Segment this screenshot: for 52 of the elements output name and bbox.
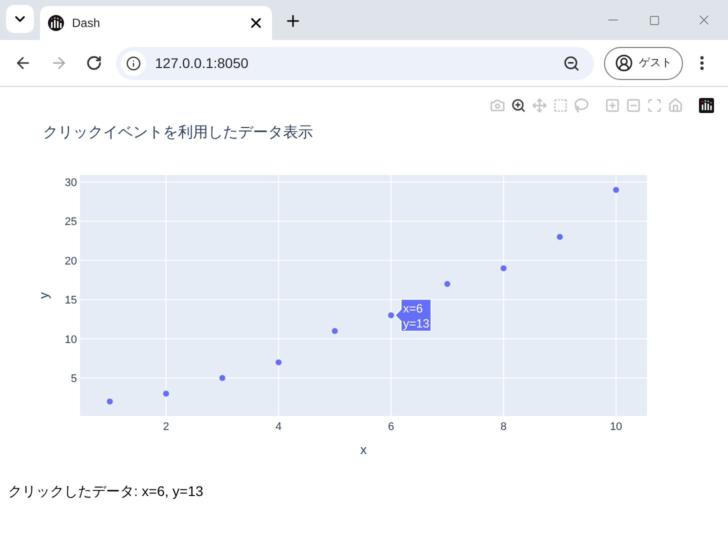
data-point[interactable] bbox=[500, 265, 507, 272]
close-icon[interactable] bbox=[248, 15, 264, 31]
data-point[interactable] bbox=[388, 312, 394, 318]
favicon bbox=[48, 15, 64, 31]
data-point[interactable] bbox=[332, 328, 338, 334]
zoom-icon[interactable] bbox=[511, 98, 526, 113]
zoom-out-icon[interactable] bbox=[563, 54, 580, 72]
x-tick-label: 8 bbox=[500, 421, 507, 433]
new-tab-icon[interactable] bbox=[284, 12, 302, 30]
clicked-data-text: クリックしたデータ: x=6, y=13 bbox=[8, 482, 204, 501]
x-tick-label: 4 bbox=[276, 421, 282, 433]
tooltip-text: y=13 bbox=[403, 316, 430, 330]
data-point[interactable] bbox=[276, 359, 282, 366]
x-axis-title: x bbox=[360, 442, 367, 457]
browser-tab[interactable]: Dash bbox=[40, 6, 272, 40]
x-tick-label: 6 bbox=[388, 421, 394, 433]
lasso-icon[interactable] bbox=[574, 98, 589, 113]
back-icon[interactable] bbox=[14, 54, 32, 72]
tab-title: Dash bbox=[72, 15, 102, 32]
x-tick-label: 10 bbox=[610, 421, 622, 433]
data-point[interactable] bbox=[163, 390, 170, 397]
reload-icon[interactable] bbox=[86, 55, 102, 71]
info-icon[interactable] bbox=[126, 56, 141, 70]
url-text: 127.0.0.1:8050 bbox=[155, 54, 250, 72]
y-tick-label: 30 bbox=[64, 177, 77, 190]
maximize-icon[interactable] bbox=[649, 15, 660, 26]
autoscale-icon[interactable] bbox=[647, 98, 662, 113]
forward-icon[interactable] bbox=[50, 54, 68, 72]
zoom-in-icon[interactable] bbox=[605, 98, 620, 113]
y-tick-label: 20 bbox=[64, 255, 77, 268]
y-tick-label: 15 bbox=[64, 294, 77, 307]
user-icon bbox=[615, 54, 633, 72]
y-tick-label: 25 bbox=[64, 216, 77, 228]
data-point[interactable] bbox=[106, 398, 113, 404]
x-tick-label: 2 bbox=[163, 421, 170, 433]
data-point[interactable] bbox=[556, 234, 563, 240]
home-icon[interactable] bbox=[668, 98, 683, 113]
camera-icon[interactable] bbox=[490, 98, 505, 113]
data-point[interactable] bbox=[219, 375, 226, 381]
data-point[interactable] bbox=[613, 186, 620, 193]
box-select-icon[interactable] bbox=[553, 98, 568, 113]
y-tick-label: 5 bbox=[70, 373, 77, 385]
address-bar[interactable]: 127.0.0.1:8050 bbox=[116, 46, 594, 80]
chart-title: クリックイベントを利用したデータ表示 bbox=[43, 123, 314, 143]
data-point[interactable] bbox=[444, 280, 450, 287]
plotly-logo[interactable] bbox=[699, 98, 714, 113]
tooltip-text: x=6 bbox=[403, 301, 423, 316]
pan-icon[interactable] bbox=[532, 98, 547, 113]
profile-button[interactable]: ゲスト bbox=[604, 46, 683, 80]
tab-search-button[interactable] bbox=[6, 5, 34, 33]
y-axis-title: y bbox=[36, 292, 51, 299]
y-tick-label: 10 bbox=[64, 334, 77, 346]
